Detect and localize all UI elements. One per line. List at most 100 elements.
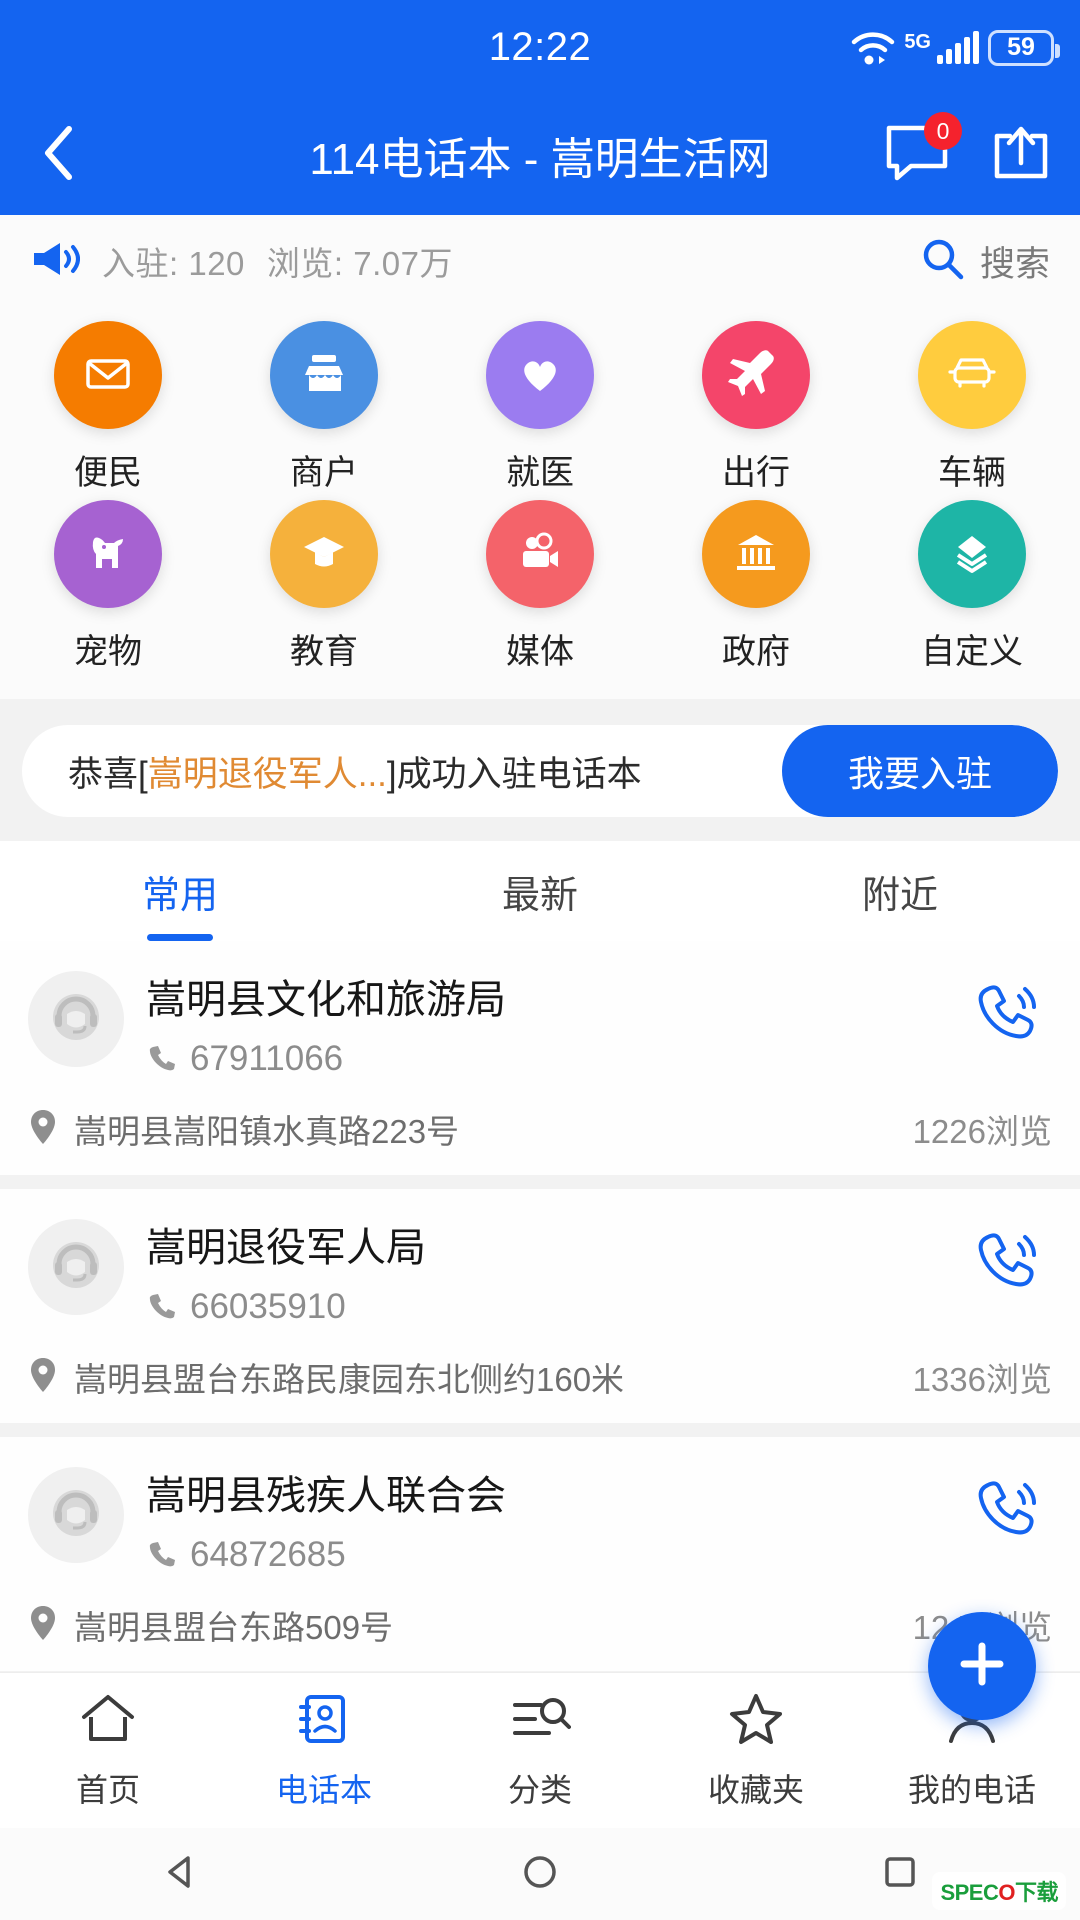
bottom-nav-phonebook[interactable]: 电话本 [216, 1673, 432, 1828]
graduation-cap-icon [296, 524, 352, 585]
category-label: 媒体 [506, 633, 574, 671]
list-item-name: 嵩明县文化和旅游局 [146, 978, 506, 1022]
notice-banner[interactable]: 恭喜[嵩明退役军人...]成功入驻电话本 我要入驻 [22, 725, 1058, 817]
back-button[interactable] [8, 105, 108, 205]
status-indicators: 5G 59 [851, 29, 1060, 66]
bottom-nav-category[interactable]: 分类 [432, 1673, 648, 1828]
status-bar: 12:22 5G 59 [0, 0, 1080, 95]
triangle-back-icon[interactable] [158, 1850, 202, 1899]
category-item-zidingyi[interactable]: 自定义 [864, 500, 1080, 673]
category-label: 宠物 [74, 633, 142, 671]
join-button[interactable]: 我要入驻 [782, 725, 1058, 817]
list-item-address: 嵩明县嵩阳镇水真路223号 [74, 1113, 460, 1150]
app-header: 114电话本 - 嵩明生活网 0 [0, 95, 1080, 215]
car-icon [944, 345, 1000, 406]
circle-home-icon[interactable] [518, 1850, 562, 1899]
category-label: 就医 [506, 454, 574, 492]
square-recents-icon[interactable] [878, 1850, 922, 1899]
list-item-bottom: 嵩明县嵩阳镇水真路223号 1226浏览 [28, 1105, 1052, 1153]
tab-newest[interactable]: 最新 [360, 841, 720, 941]
call-button[interactable] [962, 967, 1052, 1052]
category-icon-bg [54, 321, 162, 429]
shop-icon [296, 345, 352, 406]
notice-highlight: 嵩明退役军人... [147, 754, 387, 794]
envelope-icon [80, 345, 136, 406]
bottom-nav-label: 首页 [75, 1771, 140, 1808]
phone-call-icon [972, 1473, 1042, 1548]
dog-icon [80, 524, 136, 585]
bank-icon [728, 524, 784, 585]
avatar [28, 1467, 124, 1563]
search-icon [920, 236, 966, 287]
list-item-top: 嵩明县文化和旅游局 67911066 [28, 967, 1052, 1079]
category-label: 教育 [290, 633, 358, 671]
bottom-nav-home[interactable]: 首页 [0, 1673, 216, 1828]
watermark-accent: O [998, 1880, 1015, 1905]
layers-icon [944, 524, 1000, 585]
category-item-cheliang[interactable]: 车辆 [864, 321, 1080, 494]
search-button[interactable]: 搜索 [920, 236, 1050, 287]
list-item-phone-row: 64872685 [146, 1535, 962, 1575]
category-item-meiti[interactable]: 媒体 [432, 500, 648, 673]
category-label: 自定义 [921, 633, 1023, 671]
list-item[interactable]: 嵩明县文化和旅游局 67911066 嵩明县嵩阳镇水真路223号 1226浏览 [0, 941, 1080, 1175]
location-pin-icon [28, 1108, 58, 1151]
watermark: SPECO下载 [932, 1872, 1066, 1910]
headset-operator-icon [45, 986, 107, 1053]
bottom-navigation: 首页 电话本 分类 收藏夹 我的电话 [0, 1672, 1080, 1828]
stats-entries: 入驻: 120 [102, 245, 245, 282]
category-item-bianmin[interactable]: 便民 [0, 321, 216, 494]
add-button[interactable] [928, 1612, 1036, 1720]
category-label: 政府 [722, 633, 790, 671]
bottom-nav-favorites[interactable]: 收藏夹 [648, 1673, 864, 1828]
list-item-name: 嵩明县残疾人联合会 [146, 1474, 506, 1518]
status-time: 12:22 [488, 25, 592, 69]
list-item-info: 嵩明退役军人局 66035910 [124, 1215, 962, 1327]
directory-list: 嵩明县文化和旅游局 67911066 嵩明县嵩阳镇水真路223号 1226浏览 … [0, 941, 1080, 1671]
share-button[interactable] [982, 116, 1060, 194]
watermark-text: SPECO下载 [940, 1875, 1058, 1907]
message-badge: 0 [924, 112, 962, 150]
stats-views: 浏览: 7.07万 [266, 245, 453, 282]
list-item-phone: 64872685 [190, 1535, 346, 1574]
call-button[interactable] [962, 1463, 1052, 1548]
list-item-phone-row: 66035910 [146, 1287, 962, 1327]
category-item-shanghu[interactable]: 商户 [216, 321, 432, 494]
notice-text: 恭喜[嵩明退役军人...]成功入驻电话本 [22, 746, 782, 797]
watermark-suffix: 下载 [1014, 1880, 1059, 1905]
notice-banner-wrap: 恭喜[嵩明退役军人...]成功入驻电话本 我要入驻 [0, 699, 1080, 841]
category-icon-bg [486, 500, 594, 608]
category-item-jiaoyu[interactable]: 教育 [216, 500, 432, 673]
category-icon-bg [486, 321, 594, 429]
list-item-bottom: 嵩明县盟台东路民康园东北侧约160米 1336浏览 [28, 1353, 1052, 1401]
airplane-icon [728, 345, 784, 406]
category-item-chuxing[interactable]: 出行 [648, 321, 864, 494]
list-item-phone: 67911066 [190, 1039, 344, 1078]
watermark-brand: SPEC [940, 1880, 999, 1905]
phone-handset-icon [146, 1290, 176, 1325]
list-item[interactable]: 嵩明退役军人局 66035910 嵩明县盟台东路民康园东北侧约160米 1336… [0, 1189, 1080, 1423]
list-item-address: 嵩明县盟台东路509号 [74, 1609, 394, 1646]
message-button[interactable]: 0 [878, 112, 962, 194]
call-button[interactable] [962, 1215, 1052, 1300]
tab-nearby[interactable]: 附近 [720, 841, 1080, 941]
location-pin-icon [28, 1356, 58, 1399]
tab-common[interactable]: 常用 [0, 841, 360, 941]
category-item-chongwu[interactable]: 宠物 [0, 500, 216, 673]
list-tabs: 常用 最新 附近 [0, 841, 1080, 941]
notice-suffix: ]成功入驻电话本 [386, 754, 642, 794]
phone-call-icon [972, 1225, 1042, 1300]
network-type-label: 5G [904, 30, 931, 53]
category-item-zhengfu[interactable]: 政府 [648, 500, 864, 673]
category-icon-bg [270, 321, 378, 429]
search-label: 搜索 [979, 244, 1050, 284]
location-pin-icon [28, 1604, 58, 1647]
phone-handset-icon [146, 1042, 176, 1077]
category-item-jiuyi[interactable]: 就医 [432, 321, 648, 494]
list-item[interactable]: 嵩明县残疾人联合会 64872685 嵩明县盟台东路509号 [0, 1437, 1080, 1671]
list-item-views: 1226浏览 [912, 1113, 1052, 1150]
share-icon [990, 123, 1052, 188]
category-icon-bg [702, 321, 810, 429]
bottom-nav-label: 我的电话 [907, 1771, 1036, 1808]
bottom-nav-label: 电话本 [275, 1771, 372, 1808]
